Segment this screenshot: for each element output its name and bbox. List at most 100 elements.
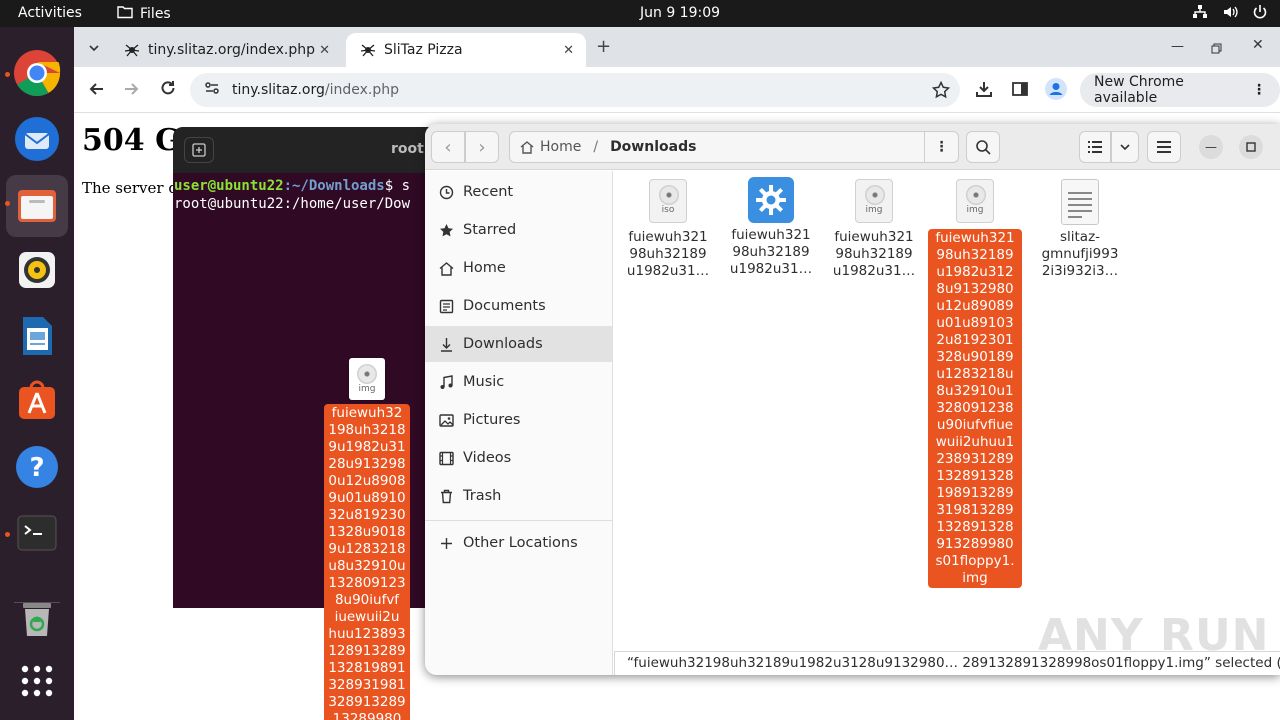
path-home-button[interactable]: Home [520,139,581,155]
sidebar-item-label: Music [463,374,505,390]
clock[interactable]: Jun 9 19:09 [640,5,720,21]
video-icon [437,451,455,466]
chrome-update-button[interactable]: New Chrome available ⋮ [1080,73,1280,107]
side-panel-icon[interactable] [1011,80,1029,102]
app-center-launcher[interactable] [13,377,61,425]
restore-icon[interactable] [1211,39,1222,58]
minimize-icon[interactable]: — [1171,39,1184,54]
file-ext-label: img [966,205,984,215]
svg-text:?: ? [29,453,44,483]
activities-button[interactable]: Activities [18,5,82,21]
sidebar-item-other-locations[interactable]: Other Locations [425,525,613,561]
close-window-icon[interactable]: ✕ [1252,37,1264,53]
forward-icon[interactable] [122,80,140,102]
dragged-file-ext: img [358,384,376,394]
show-apps-button[interactable] [13,657,61,705]
top-bar: Activities Files Jun 9 19:09 [0,0,1280,27]
prompt-user: user@ubuntu22 [174,178,284,194]
folder-icon [117,5,133,23]
file-item[interactable]: iso fuiewuh321 98uh32189 u1982u31… [620,171,716,280]
sidebar-item-recent[interactable]: Recent [425,174,613,210]
app-menu[interactable]: Files [117,5,171,23]
writer-launcher[interactable] [13,312,61,360]
tab-title: SliTaz Pizza [384,42,463,58]
minimize-button[interactable]: — [1199,135,1223,159]
sidebar-item-label: Other Locations [463,535,578,551]
view-options-button[interactable] [1111,131,1139,163]
chrome-launcher[interactable] [13,49,61,97]
terminal-title: root [391,141,424,157]
more-options-icon[interactable]: ⋮ [1252,82,1266,98]
forward-button[interactable]: › [465,131,499,163]
terminal-launcher[interactable] [13,509,61,557]
system-tray[interactable] [1192,4,1268,24]
address-bar[interactable]: tiny.slitaz.org/index.php [190,73,960,107]
sidebar-item-music[interactable]: Music [425,364,613,400]
trash-launcher[interactable] [13,594,61,642]
terminal-headerbar: root [173,127,443,173]
file-name: fuiewuh321 98uh32189 u1982u31… [832,229,916,279]
file-item[interactable]: fuiewuh321 98uh32189 u1982u31… [723,171,819,278]
sidebar-item-trash[interactable]: Trash [425,478,613,514]
network-icon[interactable] [1192,4,1208,24]
running-indicator [5,532,10,537]
terminal-output[interactable]: user@ubuntu22:~/Downloads$ s root@ubuntu… [174,177,410,213]
downloads-icon[interactable] [975,80,993,102]
tab-slitaz-pizza[interactable]: SliTaz Pizza ✕ [346,33,586,67]
app-grid-icon [21,665,53,697]
tab-close-icon[interactable]: ✕ [319,43,330,58]
file-item[interactable]: slitaz- gmnufji993 2i3i932i3… [1032,171,1128,280]
plus-icon [437,537,455,550]
sidebar-item-videos[interactable]: Videos [425,440,613,476]
site-info-icon[interactable] [204,80,220,100]
search-button[interactable] [966,131,1000,163]
help-launcher[interactable]: ? [13,443,61,491]
new-terminal-tab-button[interactable] [184,137,214,163]
volume-icon[interactable] [1222,4,1238,24]
power-icon[interactable] [1252,4,1268,24]
file-name: fuiewuh321 98uh32189 u1982u31… [626,229,710,279]
tab-tiny-slitaz[interactable]: tiny.slitaz.org/index.php ✕ [110,33,342,67]
sidebar-item-home[interactable]: Home [425,250,613,286]
terminal-line: root@ubuntu22:/home/user/Dow [174,196,411,212]
running-indicator [5,201,10,206]
main-menu-button[interactable] [1147,131,1181,163]
back-button[interactable]: ‹ [431,131,465,163]
file-name: fuiewuh321 98uh32189 u1982u31… [729,227,813,277]
path-bar[interactable]: Home / Downloads ⋮ [509,131,959,163]
bookmark-star-icon[interactable] [931,80,951,103]
music-icon [437,374,455,390]
file-item-selected[interactable]: img fuiewuh321 98uh32189 u1982u312 8u913… [928,171,1022,588]
sidebar-item-documents[interactable]: Documents [425,288,613,324]
maximize-button[interactable] [1239,135,1263,159]
new-tab-icon[interactable]: + [596,36,611,57]
chevron-right-icon: › [478,136,486,158]
profile-avatar-icon[interactable] [1045,78,1067,104]
reload-icon[interactable] [159,80,177,102]
rhythmbox-launcher[interactable] [13,246,61,294]
spider-favicon-icon [360,44,376,57]
sidebar-item-downloads[interactable]: Downloads [425,326,613,362]
sidebar-item-label: Trash [463,488,502,504]
trash-icon [23,603,51,636]
file-item[interactable]: img fuiewuh321 98uh32189 u1982u31… [826,171,922,280]
sidebar-item-starred[interactable]: Starred [425,212,613,248]
sidebar-item-label: Videos [463,450,512,466]
sidebar-item-pictures[interactable]: Pictures [425,402,613,438]
tab-close-icon[interactable]: ✕ [563,43,574,58]
url-path: /index.php [324,82,400,98]
sidebar-item-label: Downloads [463,336,543,352]
dragged-file-icon[interactable]: img [349,358,385,400]
watermark-logo: ANY RUN [1038,610,1270,661]
thunderbird-launcher[interactable] [13,115,61,163]
file-grid[interactable]: iso fuiewuh321 98uh32189 u1982u31… fuiew… [614,171,1280,651]
view-list-button[interactable] [1079,131,1111,163]
libreoffice-writer-icon [23,317,52,355]
tab-search-icon[interactable] [88,39,100,58]
trash-icon [437,489,455,504]
path-current-label[interactable]: Downloads [610,139,696,155]
tab-strip: tiny.slitaz.org/index.php ✕ SliTaz Pizza… [74,27,1280,67]
files-launcher[interactable] [6,175,68,237]
path-menu-button[interactable]: ⋮ [924,132,958,162]
back-icon[interactable] [88,80,106,102]
